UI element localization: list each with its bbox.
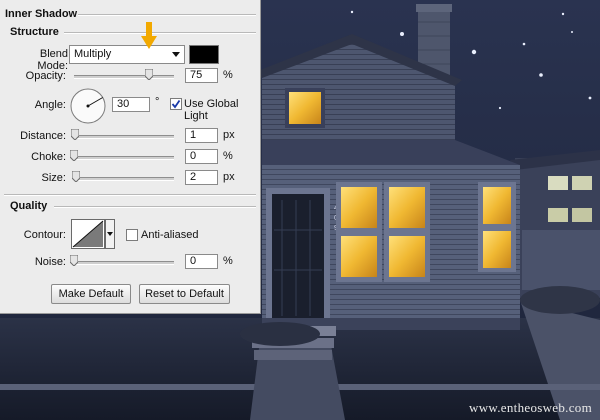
title-divider <box>78 14 256 16</box>
opacity-unit: % <box>223 69 233 81</box>
reset-to-default-button[interactable]: Reset to Default <box>139 284 230 304</box>
chevron-down-icon <box>172 52 180 57</box>
use-global-light-label: Use Global Light <box>184 98 239 122</box>
house-windows <box>336 182 516 282</box>
opacity-slider-track[interactable] <box>74 75 174 79</box>
make-default-button[interactable]: Make Default <box>51 284 131 304</box>
structure-divider <box>64 32 256 34</box>
section-divider <box>4 194 256 196</box>
blend-mode-label: Blend Mode: <box>37 48 68 72</box>
noise-input[interactable]: 0 <box>185 254 218 269</box>
size-slider-thumb[interactable] <box>72 171 80 182</box>
structure-heading: Structure <box>10 26 59 38</box>
quality-divider <box>54 206 256 208</box>
noise-unit: % <box>223 255 233 267</box>
size-slider-track[interactable] <box>74 177 174 181</box>
inner-shadow-title: Inner Shadow <box>5 8 78 20</box>
anti-aliased-checkbox[interactable] <box>126 229 138 241</box>
opacity-label: Opacity: <box>25 70 66 82</box>
choke-unit: % <box>223 150 233 162</box>
choke-label: Choke: <box>31 151 66 163</box>
distance-input[interactable]: 1 <box>185 128 218 143</box>
opacity-input[interactable]: 75 <box>185 68 218 83</box>
noise-label: Noise: <box>34 256 66 268</box>
distance-slider-thumb[interactable] <box>71 129 79 140</box>
layer-style-panel: Inner Shadow Structure Blend Mode: Multi… <box>0 0 261 314</box>
angle-dial[interactable] <box>69 87 107 125</box>
distance-slider-track[interactable] <box>74 135 174 139</box>
noise-slider-thumb[interactable] <box>70 255 78 266</box>
shadow-color-swatch[interactable] <box>189 45 219 64</box>
contour-picker[interactable] <box>71 219 115 249</box>
angle-label: Angle: <box>34 99 66 111</box>
size-unit: px <box>223 171 235 183</box>
angle-input[interactable]: 30 <box>112 97 150 112</box>
anti-aliased-label: Anti-aliased <box>141 229 199 241</box>
down-arrow-icon <box>141 22 157 49</box>
quality-heading: Quality <box>10 200 48 212</box>
distance-unit: px <box>223 129 235 141</box>
choke-slider-thumb[interactable] <box>70 150 78 161</box>
opacity-slider-thumb[interactable] <box>145 69 153 80</box>
angle-unit: ° <box>155 96 160 108</box>
choke-slider-track[interactable] <box>74 156 174 160</box>
choke-input[interactable]: 0 <box>185 149 218 164</box>
size-input[interactable]: 2 <box>185 170 218 185</box>
watermark: www.entheosweb.com <box>469 400 592 415</box>
contour-label: Contour: <box>23 229 66 241</box>
use-global-light-checkbox[interactable] <box>170 98 182 110</box>
blend-mode-select[interactable]: Multiply <box>69 45 185 64</box>
blend-mode-value: Multiply <box>74 48 112 60</box>
checkmark-icon <box>171 99 181 109</box>
size-label: Size: <box>41 172 66 184</box>
noise-slider-track[interactable] <box>74 261 174 265</box>
distance-label: Distance: <box>20 130 66 142</box>
